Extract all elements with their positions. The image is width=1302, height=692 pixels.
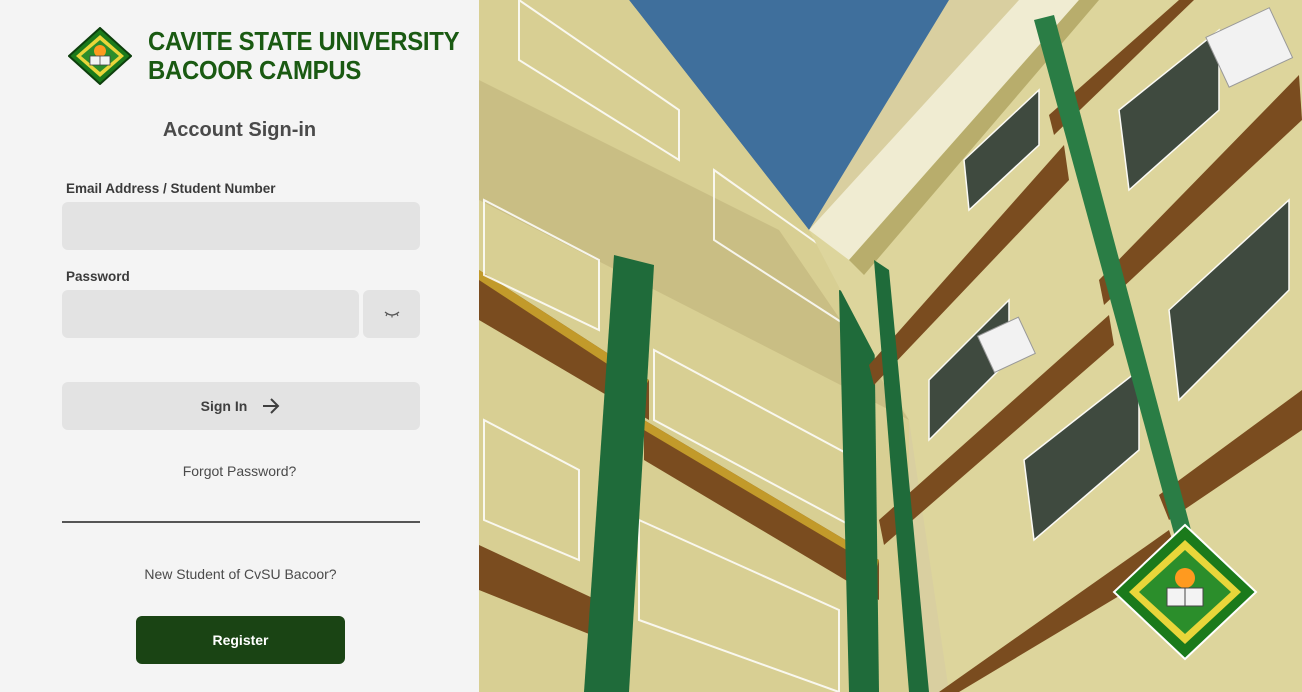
forgot-password-link[interactable]: Forgot Password?: [0, 463, 479, 479]
email-field[interactable]: [62, 202, 420, 250]
brand-line-2: BACOOR CAMPUS: [148, 55, 362, 85]
sign-in-button[interactable]: Sign In: [62, 382, 420, 430]
password-toggle-button[interactable]: [363, 290, 420, 338]
divider: [62, 521, 420, 523]
eye-closed-icon: [384, 311, 399, 318]
brand-header: CAVITE STATE UNIVERSITY BACOOR CAMPUS: [68, 27, 486, 85]
brand-name: CAVITE STATE UNIVERSITY BACOOR CAMPUS: [148, 26, 460, 85]
password-label: Password: [66, 269, 130, 284]
brand-line-1: CAVITE STATE UNIVERSITY: [148, 26, 460, 56]
arrow-right-icon: [263, 398, 280, 414]
login-panel: CAVITE STATE UNIVERSITY BACOOR CAMPUS Ac…: [0, 0, 479, 692]
new-student-text: New Student of CvSU Bacoor?: [144, 566, 337, 582]
password-field[interactable]: [62, 290, 359, 338]
email-label: Email Address / Student Number: [66, 181, 276, 196]
campus-photo: [479, 0, 1302, 692]
campus-building-image: [479, 0, 1302, 692]
page-title: Account Sign-in: [162, 119, 317, 141]
register-button[interactable]: Register: [136, 616, 345, 664]
sign-in-label: Sign In: [200, 398, 248, 414]
cvsu-logo-icon: [68, 27, 132, 85]
